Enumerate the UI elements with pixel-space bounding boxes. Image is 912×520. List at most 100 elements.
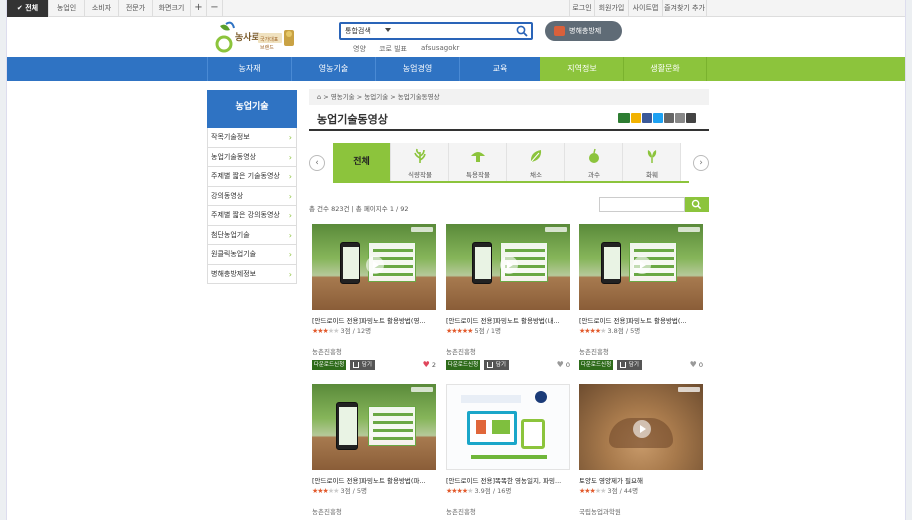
video-title[interactable]: [안드로이드 전용]똑똑한 영농일지, 파밍... (446, 475, 570, 485)
video-title[interactable]: 토양도 영양제가 필요해 (579, 475, 703, 485)
banner-text (461, 395, 521, 403)
facebook-icon[interactable] (642, 113, 652, 123)
video-title[interactable]: [안드로이드 전용]파밍노트 활용방법(... (579, 315, 703, 325)
tab-consumer[interactable]: 소비자 (85, 0, 119, 17)
video-title[interactable]: [안드로이드 전용]파밍노트 활용방법(파... (312, 475, 436, 485)
download-request-button[interactable]: 다운로드신청 (446, 360, 480, 370)
twitter-icon[interactable] (653, 113, 663, 123)
tab-fruit-trees[interactable]: 과수 (565, 143, 623, 181)
nav-item[interactable]: 농업경영 (375, 57, 459, 81)
breadcrumb-item[interactable]: 영농기술 (331, 93, 355, 101)
mail-icon[interactable] (686, 113, 696, 123)
organization: 농촌진흥청 (312, 508, 342, 516)
nav-item[interactable]: 농자재 (207, 57, 291, 81)
print-icon[interactable] (664, 113, 674, 123)
nav-item[interactable]: 교육 (459, 57, 541, 81)
band-icon[interactable] (631, 113, 641, 123)
list-search-button[interactable] (685, 197, 709, 212)
keyword-link[interactable]: afsusagokr (421, 44, 459, 52)
video-title[interactable]: [안드로이드 전용]파밍노트 활용방법(영... (312, 315, 436, 325)
chevron-right-icon: › (288, 230, 292, 240)
svg-text:국가대표: 국가대표 (260, 36, 279, 43)
save-button[interactable]: 담기 (484, 360, 509, 370)
login-link[interactable]: 로그인 (569, 0, 595, 17)
sidebar-item[interactable]: 주제별 짧은 기술동영상 › (207, 167, 297, 187)
sidebar-item[interactable]: 병해충방제정보 › (207, 264, 297, 284)
nav-item[interactable]: 생활문화 (623, 57, 707, 81)
tab-expert[interactable]: 전문가 (119, 0, 153, 17)
tab-all-category[interactable]: 전체 (333, 143, 391, 181)
search-icon[interactable] (516, 25, 528, 37)
sidebar-item[interactable]: 작목기술정보 › (207, 128, 297, 148)
rating: ★★★★★ 5점 / 1명 (446, 327, 502, 335)
like-button[interactable]: ♥ 2 (423, 360, 436, 369)
save-button[interactable]: 담기 (350, 360, 375, 370)
save-icon (487, 362, 493, 368)
video-title[interactable]: [안드로이드 전용]파밍노트 활용방법(내... (446, 315, 570, 325)
zoom-out-button[interactable]: − (207, 0, 223, 17)
grain-icon (414, 148, 426, 163)
site-logo[interactable]: 농사로 국가대표 브랜드 (214, 20, 300, 56)
browser-page: ✔ 전체 농업인 소비자 전문가 화면크기 + − 로그인 회원가입 사이트맵 … (6, 0, 906, 520)
breadcrumb-item[interactable]: 농업기술 (364, 93, 388, 101)
keyword-link[interactable]: 코로 빌표 (379, 44, 407, 54)
video-thumbnail[interactable] (446, 384, 570, 470)
pest-control-button[interactable]: 병해충방제 (545, 21, 622, 41)
nav-item[interactable]: 영농기술 (291, 57, 375, 81)
heart-icon: ♥ (689, 360, 697, 369)
video-thumbnail[interactable] (312, 224, 436, 310)
tab-farmer[interactable]: 농업인 (49, 0, 85, 17)
tab-flowers[interactable]: 화훼 (623, 143, 681, 181)
video-thumbnail[interactable] (579, 224, 703, 310)
search-box: 통합검색 (339, 22, 533, 40)
sidebar-item[interactable]: 강의동영상 › (207, 186, 297, 206)
like-button[interactable]: ♥ 0 (557, 360, 570, 369)
nav-item[interactable]: 지역정보 (541, 57, 623, 81)
home-icon[interactable]: ⌂ (317, 93, 321, 101)
rating: ★★★★★ 3.8점 / 5명 (579, 327, 641, 335)
play-icon[interactable] (633, 256, 651, 274)
check-icon: ✔ (16, 4, 26, 12)
search-input[interactable] (397, 25, 507, 37)
brand-mark (678, 387, 700, 392)
sitemap-link[interactable]: 사이트맵 (629, 0, 663, 17)
kakao-story-icon[interactable] (618, 113, 630, 123)
tab-vegetables[interactable]: 채소 (507, 143, 565, 181)
sidebar-item[interactable]: 주제별 짧은 강의동영상 › (207, 206, 297, 226)
tab-all[interactable]: ✔ 전체 (7, 0, 49, 17)
link-icon[interactable] (675, 113, 685, 123)
video-thumbnail[interactable] (312, 384, 436, 470)
save-icon (620, 362, 626, 368)
chevron-right-icon: › (288, 191, 292, 201)
keyword-link[interactable]: 영양 (353, 44, 366, 54)
video-thumbnail[interactable] (579, 384, 703, 470)
play-icon[interactable] (500, 256, 518, 274)
next-arrow-button[interactable]: › (693, 155, 709, 171)
chevron-down-icon[interactable] (385, 28, 391, 32)
download-request-button[interactable]: 다운로드신청 (312, 360, 346, 370)
flower-icon (647, 150, 657, 163)
star-rating-icon: ★★★★★ (446, 487, 473, 495)
monitor-image (467, 411, 517, 445)
zoom-in-button[interactable]: + (191, 0, 207, 17)
favorite-link[interactable]: 즐겨찾기 추가 (663, 0, 707, 17)
sidebar-item[interactable]: 원클릭농업기술 › (207, 245, 297, 265)
zoom-label: 화면크기 (153, 0, 191, 17)
play-icon[interactable] (366, 256, 384, 274)
save-icon (353, 362, 359, 368)
tab-food-crops[interactable]: 식량작물 (391, 143, 449, 181)
sidebar-title: 농업기술 (207, 90, 297, 128)
title-divider (309, 129, 709, 131)
save-button[interactable]: 담기 (617, 360, 642, 370)
search-scope-select[interactable]: 통합검색 (345, 26, 371, 36)
sidebar-item[interactable]: 농업기술동영상 › (207, 147, 297, 167)
signup-link[interactable]: 회원가입 (595, 0, 629, 17)
prev-arrow-button[interactable]: ‹ (309, 155, 325, 171)
like-button[interactable]: ♥ 0 (690, 360, 703, 369)
play-icon[interactable] (633, 420, 651, 438)
video-thumbnail[interactable] (446, 224, 570, 310)
sidebar-item[interactable]: 첨단농업기술 › (207, 225, 297, 245)
download-request-button[interactable]: 다운로드신청 (579, 360, 613, 370)
tab-special-crops[interactable]: 특용작물 (449, 143, 507, 181)
list-search-input[interactable] (599, 197, 685, 212)
